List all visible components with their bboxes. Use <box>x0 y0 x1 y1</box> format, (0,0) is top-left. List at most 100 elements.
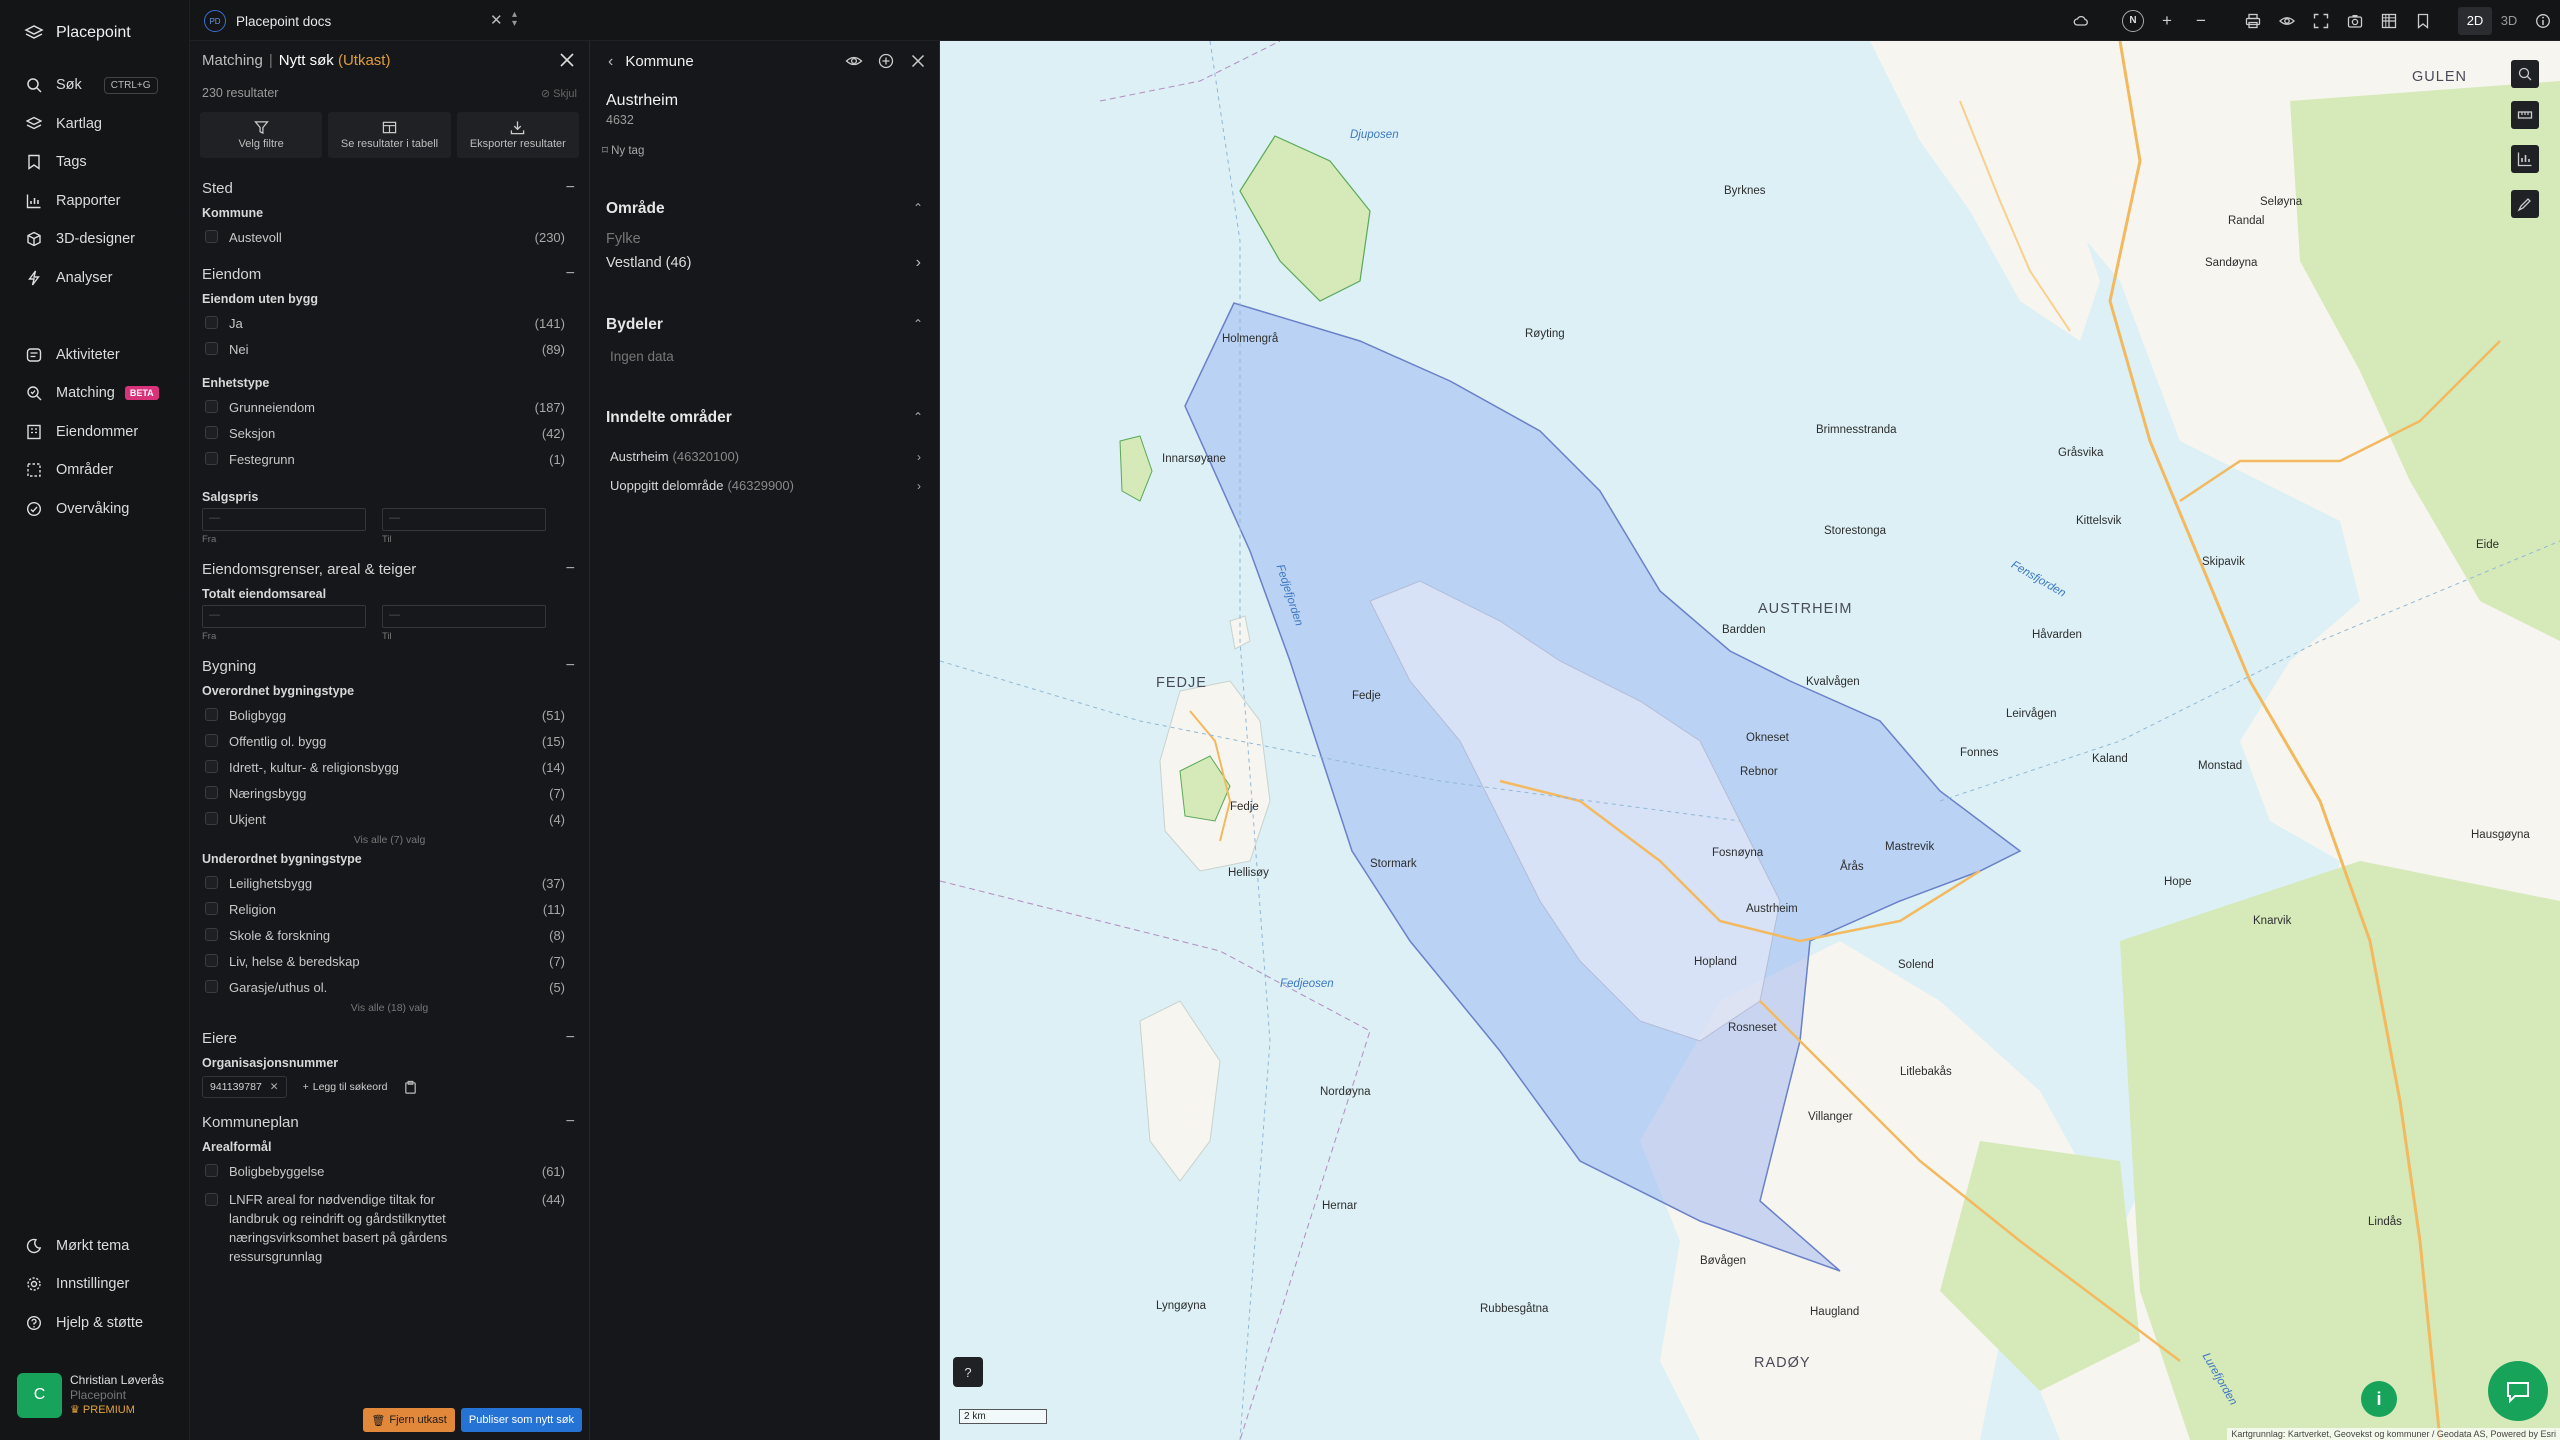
zoom-in-button[interactable]: + <box>2150 0 2184 41</box>
checkbox[interactable] <box>205 342 218 355</box>
sidebar-item-search[interactable]: Søk CTRL+G <box>0 66 189 105</box>
chevron-updown-icon[interactable]: ▴ ▾ <box>512 10 517 29</box>
sidebar-item-help[interactable]: Hjelp & støtte <box>0 1304 189 1343</box>
remove-draft-button[interactable]: 🗑 Fjern utkast <box>363 1408 455 1432</box>
sidebar-item-eiendommer[interactable]: Eiendommer <box>0 413 189 452</box>
brand[interactable]: Placepoint <box>0 0 189 66</box>
zoom-out-button[interactable]: − <box>2184 0 2218 41</box>
section-title[interactable]: Bygning <box>202 654 577 678</box>
compass-button[interactable]: N <box>2116 0 2150 41</box>
checkbox[interactable] <box>205 954 218 967</box>
section-title[interactable]: Bydeler <box>606 313 923 337</box>
checkbox[interactable] <box>205 400 218 413</box>
collapse-icon[interactable]: − <box>566 179 575 197</box>
collapse-icon[interactable]: − <box>566 265 575 283</box>
eye-icon[interactable] <box>845 52 863 70</box>
fylke-row[interactable]: Vestland (46) › <box>606 254 923 271</box>
screenshot-button[interactable] <box>2338 0 2372 41</box>
sidebar-item-dark-theme[interactable]: Mørkt tema <box>0 1227 189 1266</box>
mode-3d-button[interactable]: 3D <box>2492 7 2526 35</box>
sidebar-item-tags[interactable]: Tags <box>0 143 189 182</box>
collapse-icon[interactable]: − <box>566 560 575 578</box>
close-icon[interactable] <box>557 50 577 70</box>
sidebar-item-overvaking[interactable]: Overvåking <box>0 490 189 529</box>
choose-filters-button[interactable]: Velg filtre <box>200 112 323 158</box>
section-title[interactable]: Område <box>606 197 923 221</box>
list-item[interactable]: Austrheim (46320100) › <box>606 442 923 471</box>
workspace-selector[interactable]: PD Placepoint docs ✕ ▴ ▾ <box>204 8 530 34</box>
map-tool-button[interactable] <box>2511 145 2539 173</box>
chevron-up-icon[interactable]: ⌃ <box>913 201 923 215</box>
map-help-button[interactable]: ? <box>953 1357 983 1387</box>
add-keyword-button[interactable]: + Legg til søkeord <box>295 1076 396 1098</box>
user-card[interactable]: C Christian Løverås Placepoint ♛ PREMIUM <box>17 1366 177 1424</box>
checkbox[interactable] <box>205 760 218 773</box>
print-button[interactable] <box>2236 0 2270 41</box>
view-table-button[interactable]: Se resultater i tabell <box>328 112 451 158</box>
section-title[interactable]: Sted <box>202 176 577 200</box>
filter-option[interactable]: Næringsbygg (7) <box>202 780 577 806</box>
filter-option[interactable]: Offentlig ol. bygg (15) <box>202 728 577 754</box>
fullscreen-button[interactable] <box>2304 0 2338 41</box>
checkbox[interactable] <box>205 1164 218 1177</box>
chat-button[interactable] <box>2488 1361 2548 1421</box>
filter-option[interactable]: Austevoll (230) <box>202 224 577 250</box>
filter-option[interactable]: Boligbygg (51) <box>202 702 577 728</box>
section-title[interactable]: Eiendomsgrenser, areal & teiger <box>202 557 577 581</box>
list-item[interactable]: Uoppgitt delområde (46329900) › <box>606 471 923 500</box>
filter-option[interactable]: Boligbebyggelse (61) <box>202 1158 577 1184</box>
checkbox[interactable] <box>205 734 218 747</box>
map-view[interactable]: GULEN AUSTRHEIM FEDJE RADØY Holmengrå In… <box>940 41 2560 1440</box>
checkbox[interactable] <box>205 980 218 993</box>
sidebar-item-aktiviteter[interactable]: Aktiviteter <box>0 336 189 375</box>
checkbox[interactable] <box>205 230 218 243</box>
checkbox[interactable] <box>205 928 218 941</box>
paste-icon[interactable] <box>403 1080 418 1095</box>
checkbox[interactable] <box>205 786 218 799</box>
section-title[interactable]: Kommuneplan <box>202 1110 577 1134</box>
map-tool-button[interactable] <box>2511 101 2539 129</box>
section-title[interactable]: Inndelte områder <box>606 406 923 430</box>
show-all-link[interactable]: Vis alle (18) valg <box>202 1002 577 1014</box>
section-title[interactable]: Eiendom <box>202 262 577 286</box>
filter-option[interactable]: Liv, helse & beredskap (7) <box>202 948 577 974</box>
grid-button[interactable] <box>2372 0 2406 41</box>
price-from-input[interactable]: — <box>202 508 366 531</box>
sidebar-item-rapporter[interactable]: Rapporter <box>0 182 189 221</box>
close-icon[interactable] <box>909 52 927 70</box>
checkbox[interactable] <box>205 316 218 329</box>
checkbox[interactable] <box>205 708 218 721</box>
breadcrumb-matching[interactable]: Matching <box>202 52 263 69</box>
section-title[interactable]: Eiere <box>202 1026 577 1050</box>
filter-option[interactable]: LNFR areal for nødvendige tiltak for lan… <box>202 1190 577 1266</box>
filter-option[interactable]: Nei (89) <box>202 336 577 362</box>
show-all-link[interactable]: Vis alle (7) valg <box>202 834 577 846</box>
chevron-up-icon[interactable]: ⌃ <box>913 410 923 424</box>
sidebar-item-kartlag[interactable]: Kartlag <box>0 105 189 144</box>
checkbox[interactable] <box>205 452 218 465</box>
sidebar-item-settings[interactable]: Innstillinger <box>0 1265 189 1304</box>
filter-option[interactable]: Ukjent (4) <box>202 806 577 832</box>
hide-button[interactable]: ⊘ Skjul <box>541 87 577 100</box>
filter-option[interactable]: Garasje/uthus ol. (5) <box>202 974 577 1000</box>
publish-search-button[interactable]: Publiser som nytt søk <box>460 1408 582 1432</box>
mode-2d-button[interactable]: 2D <box>2458 6 2492 35</box>
collapse-icon[interactable]: − <box>566 657 575 675</box>
area-to-input[interactable]: — <box>382 605 546 628</box>
new-tag-button[interactable]: ⌑ Ny tag <box>590 127 939 157</box>
info-button[interactable] <box>2526 0 2560 41</box>
collapse-icon[interactable]: − <box>566 1113 575 1131</box>
checkbox[interactable] <box>205 812 218 825</box>
visibility-button[interactable] <box>2270 0 2304 41</box>
map-info-button[interactable]: i <box>2361 1381 2397 1417</box>
filter-option[interactable]: Skole & forskning (8) <box>202 922 577 948</box>
bookmark-button[interactable] <box>2406 0 2440 41</box>
sidebar-item-3d-designer[interactable]: 3D-designer <box>0 220 189 259</box>
chevron-up-icon[interactable]: ⌃ <box>913 317 923 331</box>
area-from-input[interactable]: — <box>202 605 366 628</box>
clear-workspace-icon[interactable]: ✕ <box>490 11 503 29</box>
keyword-chip[interactable]: 941139787 ✕ <box>202 1076 287 1098</box>
back-icon[interactable]: ‹ <box>608 53 613 71</box>
filter-option[interactable]: Ja (141) <box>202 310 577 336</box>
export-results-button[interactable]: Eksporter resultater <box>456 112 579 158</box>
